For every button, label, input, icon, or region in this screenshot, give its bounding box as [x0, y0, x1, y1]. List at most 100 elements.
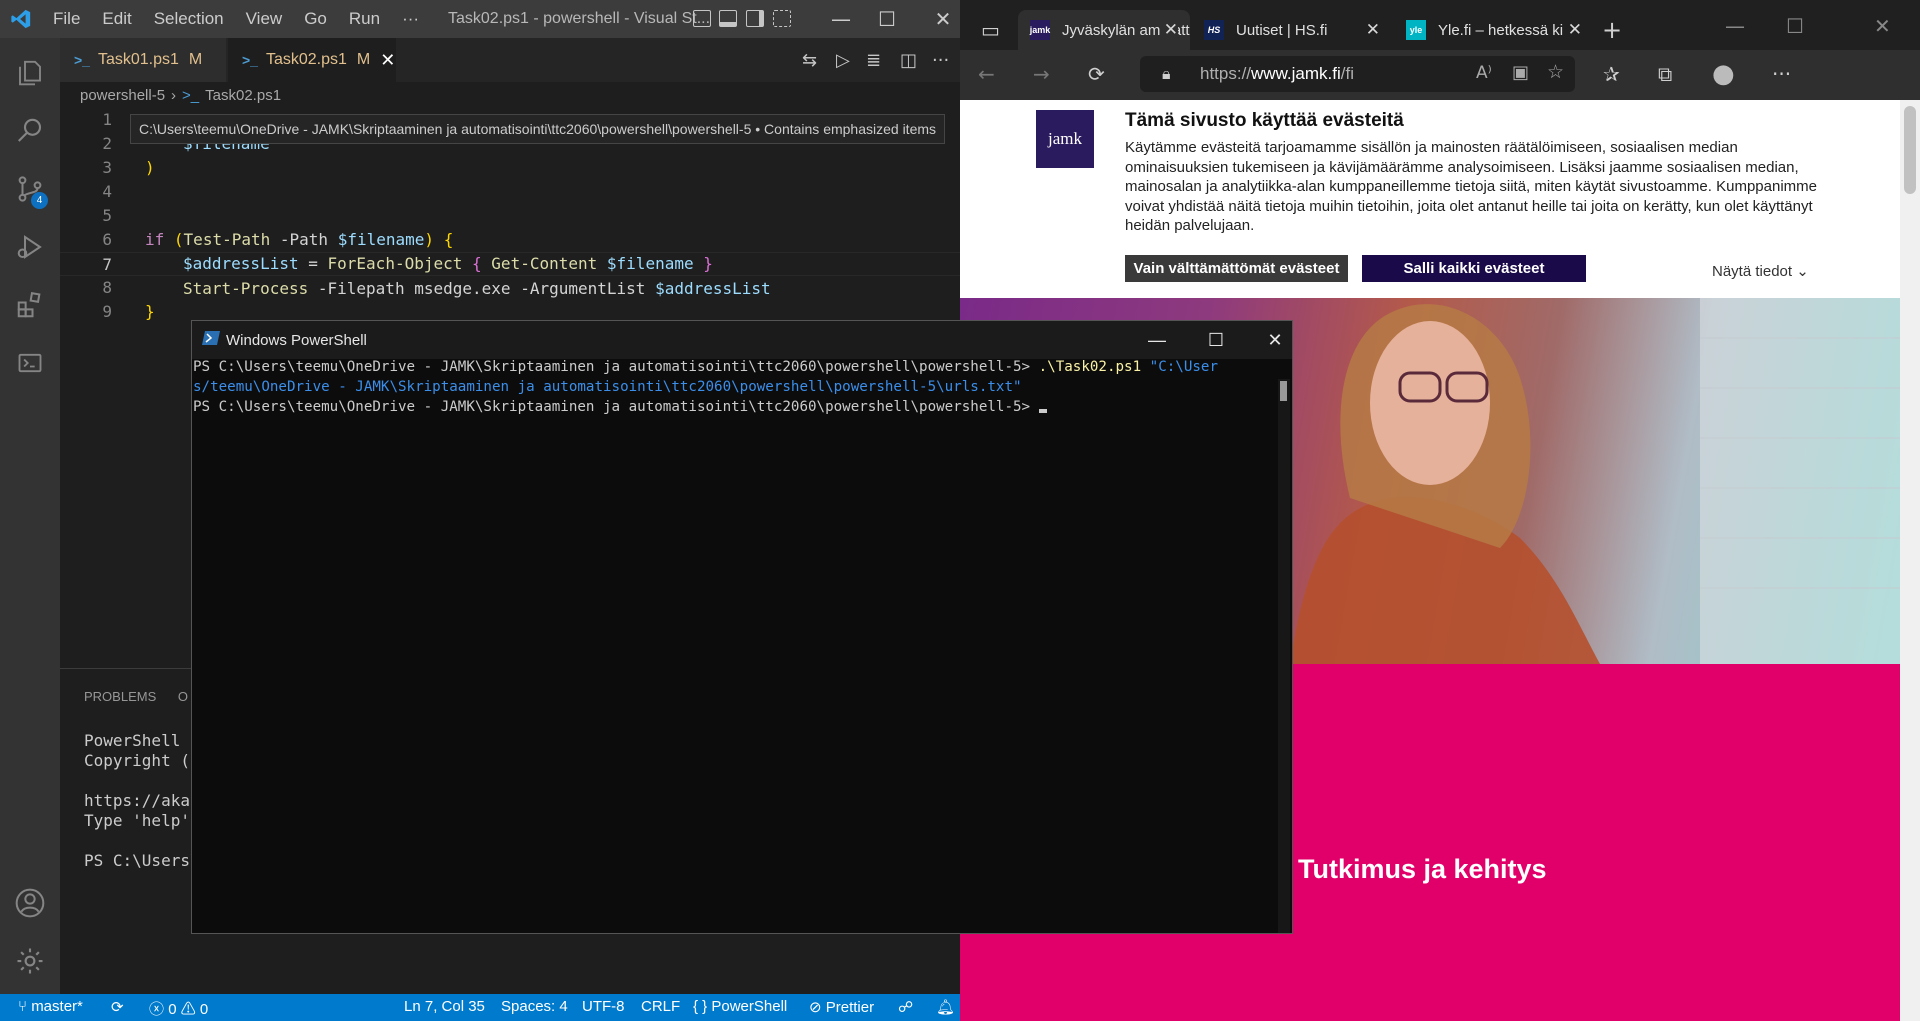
tab-output[interactable]: O [178, 689, 188, 704]
new-tab-plus-icon[interactable]: + [1602, 16, 1622, 44]
tab-close-icon[interactable]: ✕ [380, 50, 395, 71]
toggle-sidebar-icon[interactable] [693, 10, 711, 27]
add-favorite-icon[interactable]: ☆ [1547, 61, 1564, 83]
close-icon[interactable]: ✕ [1874, 14, 1891, 38]
language-mode[interactable]: { } PowerShell [693, 998, 787, 1015]
run-debug-icon[interactable] [0, 218, 60, 276]
refresh-icon[interactable]: ⟳ [1088, 62, 1105, 86]
explorer-icon[interactable] [0, 44, 60, 102]
read-aloud-icon[interactable]: A⁾ [1476, 63, 1492, 83]
menu-more[interactable]: ··· [391, 9, 430, 29]
page-scrollbar[interactable] [1900, 100, 1920, 1021]
extensions-icon[interactable] [0, 276, 60, 334]
browser-tab-hs[interactable]: HS Uutiset | HS.fi ✕ [1192, 10, 1392, 50]
toggle-secondary-sidebar-icon[interactable] [746, 10, 764, 27]
terminal-line-1: PS C:\Users\teemu\OneDrive - JAMK\Skript… [193, 359, 1218, 375]
feedback-icon[interactable]: ☍ [898, 998, 913, 1016]
favorites-icon[interactable]: ✰ [1603, 62, 1620, 86]
manage-gear-icon[interactable] [0, 932, 60, 990]
breadcrumb-folder[interactable]: powershell-5 [80, 87, 165, 104]
terminal-line-2: s/teemu\OneDrive - JAMK\Skriptaaminen ja… [193, 379, 1022, 395]
menu-run[interactable]: Run [338, 9, 391, 29]
window-title: Task02.ps1 - powershell - Visual St... [448, 10, 711, 27]
notifications-bell-icon[interactable]: 🔔︎ [936, 998, 955, 1016]
collections-icon[interactable]: ⧉ [1658, 62, 1672, 86]
terminal-scrollbar[interactable] [1278, 379, 1290, 933]
line-number: 6 [102, 230, 112, 249]
powershell-window: Windows PowerShell — ☐ ✕ PS C:\Users\tee… [191, 320, 1293, 934]
minimize-icon[interactable]: — [1725, 14, 1745, 38]
customize-layout-icon[interactable] [773, 10, 791, 27]
address-bar[interactable]: 🔒︎ https://www.jamk.fi/fi A⁾ ▣ ☆ [1140, 56, 1575, 92]
profile-avatar[interactable]: ● [1712, 59, 1735, 89]
braces-icon: { } [693, 998, 708, 1015]
minimize-icon[interactable]: — [826, 4, 856, 34]
tab-actions-icon[interactable]: ▭ [981, 18, 1000, 42]
tab-close-icon[interactable]: ✕ [1366, 20, 1380, 40]
line-number: 5 [102, 206, 112, 225]
menu-selection[interactable]: Selection [143, 9, 235, 29]
browser-tab-jamk[interactable]: jamk Jyväskylän ammatti ✕ [1018, 10, 1190, 50]
sync-icon[interactable]: ⟳ [111, 998, 124, 1016]
settings-more-icon[interactable]: ··· [1772, 62, 1791, 86]
error-icon: ⓧ [149, 1001, 165, 1018]
app-available-icon[interactable]: ▣ [1512, 62, 1529, 83]
close-icon[interactable]: ✕ [928, 4, 958, 34]
line-ending[interactable]: CRLF [641, 998, 680, 1015]
show-details-link[interactable]: Näytä tiedot ⌄ [1712, 262, 1809, 280]
toggle-panel-icon[interactable] [719, 10, 737, 27]
maximize-icon[interactable]: ☐ [872, 4, 902, 34]
tab-close-icon[interactable]: ✕ [1159, 20, 1178, 40]
search-icon[interactable] [0, 102, 60, 160]
prompt: PS C:\Users\teemu\OneDrive - JAMK\Skript… [193, 359, 1039, 375]
source-control-icon[interactable]: 4 [0, 160, 60, 218]
back-arrow-icon[interactable]: ← [978, 62, 995, 86]
forward-arrow-icon[interactable]: → [1033, 62, 1050, 86]
terminal-line: Type 'help' [84, 811, 190, 830]
maximize-icon[interactable]: ☐ [1201, 325, 1231, 355]
more-actions-icon[interactable]: ··· [932, 50, 949, 71]
line-number: 1 [102, 110, 112, 129]
scrollbar-thumb[interactable] [1904, 106, 1916, 194]
tab-task01[interactable]: >_ Task01.ps1 M [60, 38, 226, 82]
editor-tabs: >_ Task01.ps1 M >_ Task02.ps1 M ✕ ⇆ ▷ ≣ … [60, 38, 960, 82]
line-number: 9 [102, 302, 112, 321]
tab-close-icon[interactable]: ✕ [1563, 20, 1582, 40]
close-icon[interactable]: ✕ [1260, 325, 1290, 355]
branch-status[interactable]: ⑂ master* [18, 998, 83, 1015]
problems-status[interactable]: ⓧ 0 ⚠ 0 [149, 998, 208, 1019]
prettier-status[interactable]: ⊘ Prettier [809, 998, 874, 1016]
accounts-icon[interactable] [0, 874, 60, 932]
chevron-right-icon: › [171, 86, 177, 104]
powershell-icon[interactable] [0, 334, 60, 392]
section-title[interactable]: Tutkimus ja kehitys [1298, 854, 1547, 885]
panel-tabs: PROBLEMS O [84, 689, 188, 704]
open-changes-icon[interactable]: ⇆ [802, 50, 817, 71]
tab-problems[interactable]: PROBLEMS [84, 689, 156, 704]
cursor-position[interactable]: Ln 7, Col 35 [404, 998, 485, 1015]
cookie-banner: jamk Tämä sivusto käyttää evästeitä Käyt… [960, 100, 1900, 298]
menu-go[interactable]: Go [293, 9, 338, 29]
run-icon[interactable]: ▷ [836, 50, 850, 71]
run-selection-icon[interactable]: ≣ [866, 50, 881, 71]
minimize-icon[interactable]: — [1142, 325, 1172, 355]
scrollbar-thumb[interactable] [1280, 381, 1287, 401]
allow-all-cookies-button[interactable]: Salli kaikki evästeet [1362, 255, 1586, 282]
necessary-cookies-button[interactable]: Vain välttämättömät evästeet [1125, 255, 1348, 282]
browser-tab-yle[interactable]: yle Yle.fi – hetkessä kii ✕ [1394, 10, 1594, 50]
indentation[interactable]: Spaces: 4 [501, 998, 568, 1015]
encoding[interactable]: UTF-8 [582, 998, 625, 1015]
prettier-label: Prettier [825, 999, 875, 1016]
menu-view[interactable]: View [235, 9, 294, 29]
tab-task02[interactable]: >_ Task02.ps1 M ✕ [228, 38, 396, 82]
menu-file[interactable]: File [42, 9, 91, 29]
powershell-file-icon: >_ [74, 52, 90, 68]
maximize-icon[interactable]: ☐ [1786, 14, 1804, 38]
menu-edit[interactable]: Edit [91, 9, 142, 29]
breadcrumb-file[interactable]: Task02.ps1 [205, 87, 281, 104]
split-editor-icon[interactable]: ◫ [900, 50, 917, 71]
lock-icon[interactable]: 🔒︎ [1162, 64, 1171, 84]
vscode-titlebar: File Edit Selection View Go Run ··· Task… [0, 0, 960, 38]
warning-icon: ⚠ [180, 1001, 196, 1018]
code-token: ) [145, 158, 155, 177]
